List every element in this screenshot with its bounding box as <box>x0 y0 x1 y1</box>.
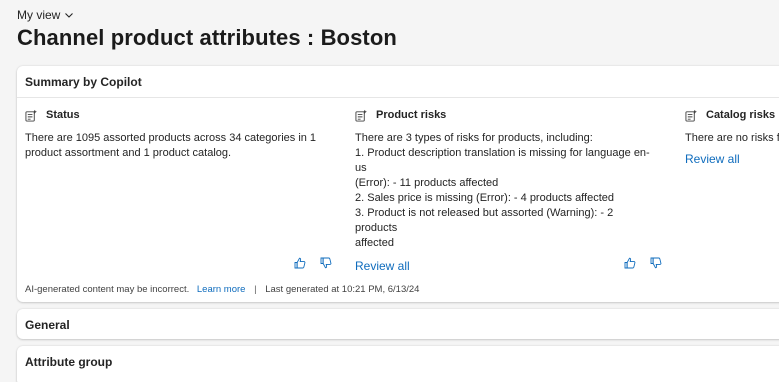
summary-footer: AI-generated content may be incorrect. L… <box>25 284 419 295</box>
status-text: There are 1095 assorted products across … <box>25 132 317 159</box>
status-column: Status There are 1095 assorted products … <box>25 108 335 161</box>
catalog-risks-column: Catalog risks There are no risks fo Revi… <box>685 108 779 168</box>
status-feedback <box>294 256 332 269</box>
ai-disclaimer: AI-generated content may be incorrect. <box>25 284 190 295</box>
page-title: Channel product attributes : Boston <box>17 25 397 50</box>
product-risks-title: Product risks <box>376 108 447 121</box>
learn-more-link[interactable]: Learn more <box>197 284 246 295</box>
thumbs-down-icon[interactable] <box>320 256 332 269</box>
summary-header[interactable]: Summary by Copilot <box>17 66 779 98</box>
copilot-summary-card: Summary by Copilot Status There are 1095… <box>17 66 779 302</box>
catalog-risks-text: There are no risks fo <box>685 132 779 144</box>
attribute-group-section-header[interactable]: Attribute group <box>17 346 779 382</box>
product-risks-feedback <box>624 256 662 269</box>
my-view-label: My view <box>17 8 61 22</box>
summary-icon <box>25 109 38 122</box>
thumbs-down-icon[interactable] <box>650 256 662 269</box>
catalog-risks-title: Catalog risks <box>706 108 776 121</box>
chevron-down-icon <box>65 13 74 18</box>
thumbs-up-icon[interactable] <box>624 256 636 269</box>
general-section-header[interactable]: General <box>17 309 779 339</box>
summary-icon <box>685 109 698 122</box>
my-view-dropdown[interactable]: My view <box>17 8 74 22</box>
product-risks-column: Product risks There are 3 types of risks… <box>355 108 655 275</box>
product-risks-text: There are 3 types of risks for products,… <box>355 132 650 249</box>
footer-separator: | <box>254 284 257 295</box>
summary-icon <box>355 109 368 122</box>
review-all-catalog-risks-link[interactable]: Review all <box>685 152 740 167</box>
last-generated-text: Last generated at 10:21 PM, 6/13/24 <box>265 284 420 295</box>
thumbs-up-icon[interactable] <box>294 256 306 269</box>
status-title: Status <box>46 108 80 121</box>
review-all-product-risks-link[interactable]: Review all <box>355 259 410 274</box>
